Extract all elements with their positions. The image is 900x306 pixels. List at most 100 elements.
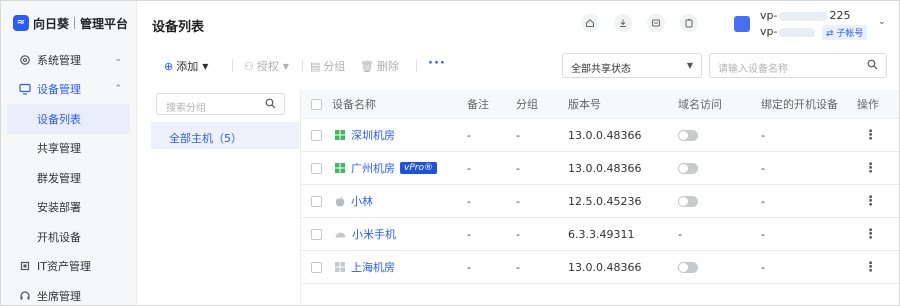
more-icon[interactable]: ··· (428, 56, 446, 71)
group-button[interactable]: ▤ 分组 (310, 58, 345, 74)
table-row[interactable]: 小林 - - 12.5.0.45236 - ⋮ (301, 185, 899, 218)
sidebar-subitem-label: 共享管理 (37, 142, 81, 156)
sidebar: ≈ 向日葵 管理平台 系统管理 ⌄ 设备管理 ⌃ 设备列表 共享管理 群发管理 … (1, 1, 137, 305)
boot-device-cell: - (761, 260, 765, 274)
redacted-text (779, 11, 828, 21)
add-button[interactable]: ⊕ 添加 ▼ (164, 58, 208, 74)
row-actions-icon[interactable]: ⋮ (864, 152, 877, 184)
device-name-link[interactable]: 深圳机房 (351, 127, 395, 143)
message-icon[interactable] (647, 14, 665, 32)
plus-circle-icon: ⊕ (164, 59, 174, 73)
column-header: 域名访问 (678, 98, 722, 111)
sidebar-subitem-broadcast[interactable]: 群发管理 (1, 163, 136, 193)
sidebar-item-it-assets[interactable]: IT资产管理 (1, 252, 136, 282)
row-checkbox[interactable] (311, 261, 322, 273)
sidebar-subitem-label: 开机设备 (37, 230, 81, 244)
sidebar-item-system[interactable]: 系统管理 ⌄ (1, 45, 136, 75)
user-name: vp- 225 (760, 9, 850, 22)
chip-icon (19, 260, 31, 272)
version-cell: 13.0.0.48366 (568, 128, 642, 142)
sidebar-subitem-share[interactable]: 共享管理 (1, 134, 136, 164)
column-header: 备注 (467, 98, 489, 111)
row-checkbox[interactable] (311, 129, 322, 141)
group-cell: - (516, 227, 520, 241)
boot-device-cell: - (761, 128, 765, 142)
domain-access-toggle[interactable] (678, 162, 698, 174)
user-name-prefix: vp- (760, 9, 778, 22)
sidebar-item-seats[interactable]: 坐席管理 (1, 281, 136, 305)
domain-access-toggle[interactable] (678, 195, 698, 207)
user-menu[interactable]: vp- 225 vp- ⇄ 子帐号 ⌄ (734, 9, 894, 41)
share-status-select[interactable]: 全部共享状态 ▼ (562, 53, 702, 78)
boot-device-cell: - (761, 227, 765, 241)
device-name-link[interactable]: 上海机房 (351, 259, 395, 275)
row-checkbox[interactable] (311, 162, 322, 174)
column-header: 分组 (516, 98, 538, 111)
sidebar-item-label: 设备管理 (37, 83, 81, 97)
version-cell: 12.5.0.45236 (568, 194, 642, 208)
boot-device-cell: - (761, 194, 765, 208)
select-all-checkbox[interactable] (311, 98, 322, 110)
sidebar-item-label: IT资产管理 (37, 260, 91, 274)
row-actions-icon[interactable]: ⋮ (864, 218, 877, 250)
sidebar-subitem-device-list[interactable]: 设备列表 (7, 104, 130, 134)
table-row[interactable]: 深圳机房 - - 13.0.0.48366 - ⋮ (301, 119, 899, 152)
home-icon[interactable] (581, 14, 599, 32)
row-actions-icon[interactable]: ⋮ (864, 185, 877, 217)
delete-button[interactable]: 🗑 删除 (360, 58, 399, 74)
group-item-all[interactable]: 全部主机（5） (151, 122, 299, 149)
toolbar-divider (302, 59, 303, 72)
download-icon[interactable] (614, 14, 632, 32)
note-cell: - (467, 194, 471, 208)
sidebar-subitem-deploy[interactable]: 安装部署 (1, 193, 136, 223)
group-search-input[interactable]: 搜索分组 (156, 93, 285, 115)
windows-icon (335, 130, 345, 140)
sidebar-item-label: 坐席管理 (37, 289, 81, 303)
monitor-icon (19, 83, 31, 95)
authorize-button[interactable]: ⚇ 授权 ▼ (244, 58, 289, 74)
clipboard-icon[interactable] (680, 14, 698, 32)
note-cell: - (467, 161, 471, 175)
device-name-link[interactable]: 小林 (351, 193, 373, 209)
group-cell: - (516, 128, 520, 142)
user-account: vp- (760, 25, 816, 38)
table-row[interactable]: 上海机房 - - 13.0.0.48366 - ⋮ (301, 251, 899, 284)
share-status-value: 全部共享状态 (571, 64, 631, 75)
toolbar-divider (416, 59, 417, 72)
device-name-link[interactable]: 小米手机 (352, 226, 396, 242)
column-header: 版本号 (568, 98, 601, 111)
chevron-down-icon: ▼ (282, 61, 290, 71)
table-row[interactable]: 小米手机 - - 6.3.3.49311 - - ⋮ (301, 218, 899, 251)
chevron-down-icon: ▼ (686, 61, 693, 70)
device-search-input[interactable]: 请输入设备名称 (709, 53, 887, 78)
search-icon[interactable] (265, 98, 276, 112)
user-icon: ⚇ (244, 59, 254, 73)
device-name-link[interactable]: 广州机房 (351, 160, 395, 176)
windows-icon (335, 163, 345, 173)
sidebar-subitem-label: 设备列表 (37, 112, 81, 126)
chevron-down-icon[interactable]: ⌄ (878, 17, 886, 27)
domain-access-toggle[interactable] (678, 129, 698, 141)
row-checkbox[interactable] (311, 195, 322, 207)
sub-account-badge: ⇄ 子帐号 (822, 25, 868, 40)
sidebar-subitem-boot-devices[interactable]: 开机设备 (1, 222, 136, 252)
chevron-down-icon: ⌄ (114, 54, 122, 64)
user-account-prefix: vp- (760, 25, 778, 38)
sidebar-item-device-management[interactable]: 设备管理 ⌃ (1, 75, 136, 105)
group-cell: - (516, 194, 520, 208)
domain-access-toggle[interactable] (678, 261, 698, 273)
row-actions-icon[interactable]: ⋮ (864, 119, 877, 151)
search-icon[interactable] (867, 59, 878, 73)
group-cell: - (516, 161, 520, 175)
row-actions-icon[interactable]: ⋮ (864, 251, 877, 283)
row-checkbox[interactable] (311, 228, 322, 240)
toolbar: ⊕ 添加 ▼ ⚇ 授权 ▼ ▤ 分组 🗑 删除 ··· 全部共享状态 ▼ 请输入… (138, 53, 899, 79)
brand-name: 向日葵 (33, 16, 70, 31)
brand-divider (74, 17, 76, 29)
version-cell: 6.3.3.49311 (568, 227, 635, 241)
column-header: 绑定的开机设备 (761, 98, 838, 111)
table-row[interactable]: 广州机房 vPro® - - 13.0.0.48366 - ⋮ (301, 152, 899, 185)
android-icon (335, 230, 346, 238)
delete-label: 删除 (376, 60, 399, 73)
avatar (734, 16, 750, 32)
